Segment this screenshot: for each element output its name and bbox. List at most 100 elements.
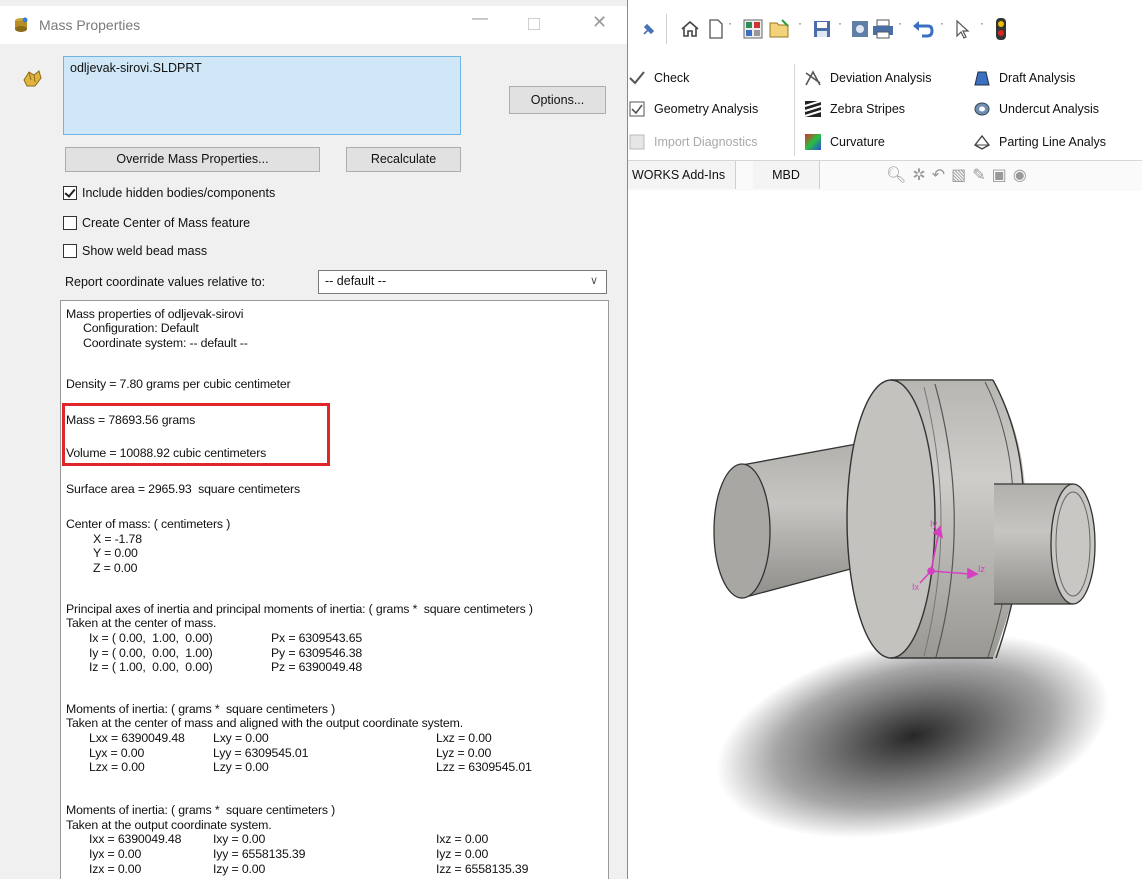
selected-file-name[interactable]: odljevak-sirovi.SLDPRT bbox=[70, 61, 202, 75]
view-toolbar: 🔍︎✲↶▧✎▣◉ bbox=[886, 165, 1033, 185]
dialog-titlebar: Mass Properties — ✕ bbox=[0, 6, 627, 44]
coordinate-system-select[interactable]: -- default -- ∨ bbox=[318, 270, 607, 294]
check-button[interactable]: Check bbox=[628, 67, 689, 89]
geometry-analysis-label: Geometry Analysis bbox=[654, 102, 759, 116]
new-document-icon[interactable] bbox=[708, 19, 724, 39]
options-button[interactable]: Options... bbox=[509, 86, 606, 114]
moments-at-com-subtitle: Taken at the center of mass and aligned … bbox=[66, 716, 463, 730]
center-of-mass-z: Z = 0.00 bbox=[93, 561, 138, 575]
show-weld-bead-mass-checkbox[interactable] bbox=[63, 244, 77, 258]
moment-cell: Lzx = 0.00 bbox=[89, 760, 145, 774]
deviation-analysis-button[interactable]: Deviation Analysis bbox=[804, 67, 931, 89]
grid-icon[interactable] bbox=[742, 18, 764, 40]
curvature-icon bbox=[805, 134, 821, 150]
show-weld-bead-mass-label: Show weld bead mass bbox=[82, 244, 208, 258]
evaluate-ribbon: Check Geometry Analysis Import Diagnosti… bbox=[628, 60, 1142, 160]
moment-row: Iyx = 0.00 Iyy = 6558135.39 Iyz = 0.00 bbox=[61, 847, 601, 862]
moment-cell: Izx = 0.00 bbox=[89, 862, 142, 876]
moment-cell: Izz = 6558135.39 bbox=[436, 862, 529, 876]
graphics-area[interactable]: Iy Iz Ix bbox=[628, 191, 1142, 879]
command-manager-tabs: WORKS Add-Ins MBD 🔍︎✲↶▧✎▣◉ bbox=[628, 160, 1142, 192]
dropdown-dot-icon[interactable]: · bbox=[898, 16, 902, 30]
moment-cell: Iyx = 0.00 bbox=[89, 847, 142, 861]
dropdown-dot-icon[interactable]: · bbox=[728, 16, 732, 30]
dropdown-dot-icon[interactable]: · bbox=[798, 16, 802, 30]
view-orientation-icon[interactable]: ▣ bbox=[992, 167, 1013, 184]
create-center-of-mass-option[interactable]: Create Center of Mass feature bbox=[63, 214, 250, 232]
principal-row: Iy = ( 0.00, 0.00, 1.00) Py = 6309546.38 bbox=[61, 646, 601, 661]
geometry-analysis-button[interactable]: Geometry Analysis bbox=[628, 98, 758, 120]
show-weld-bead-mass-option[interactable]: Show weld bead mass bbox=[63, 242, 207, 260]
moment-cell: Lyz = 0.00 bbox=[436, 746, 492, 760]
import-diagnostics-icon bbox=[629, 134, 645, 150]
principal-row: Iz = ( 1.00, 0.00, 0.00) Pz = 6390049.48 bbox=[61, 660, 601, 675]
zebra-stripes-label: Zebra Stripes bbox=[830, 102, 906, 116]
previous-view-icon[interactable]: ↶ bbox=[932, 167, 951, 184]
parting-line-analysis-button[interactable]: Parting Line Analys bbox=[973, 131, 1106, 153]
options-gear-icon[interactable] bbox=[850, 19, 870, 39]
undo-icon[interactable] bbox=[912, 19, 934, 39]
moment-cell: Iyz = 0.00 bbox=[436, 847, 489, 861]
moment-row: Ixx = 6390049.48 Ixy = 0.00 Ixz = 0.00 bbox=[61, 832, 601, 847]
rebuild-traffic-light-icon[interactable] bbox=[994, 17, 1008, 41]
center-of-mass-x: X = -1.78 bbox=[93, 532, 142, 546]
recalculate-button[interactable]: Recalculate bbox=[346, 147, 461, 172]
open-folder-icon[interactable] bbox=[768, 18, 792, 40]
moment-cell: Lzy = 0.00 bbox=[213, 760, 269, 774]
draft-analysis-button[interactable]: Draft Analysis bbox=[973, 67, 1075, 89]
mass-properties-dialog: Mass Properties — ✕ odljevak-sirovi.SLDP… bbox=[0, 0, 628, 879]
include-hidden-bodies-label: Include hidden bodies/components bbox=[82, 186, 276, 200]
right-stub[interactable] bbox=[994, 483, 1096, 605]
part-model[interactable]: Iy Iz Ix bbox=[628, 191, 1142, 879]
print-icon[interactable] bbox=[872, 19, 894, 39]
deviation-analysis-label: Deviation Analysis bbox=[830, 71, 932, 85]
curvature-button[interactable]: Curvature bbox=[804, 131, 885, 153]
minimize-button[interactable]: — bbox=[472, 10, 488, 28]
moment-cell: Iyy = 6558135.39 bbox=[213, 847, 306, 861]
dropdown-dot-icon[interactable]: · bbox=[980, 16, 984, 30]
close-button[interactable]: ✕ bbox=[592, 12, 607, 33]
principal-moment: Py = 6309546.38 bbox=[271, 646, 363, 660]
import-diagnostics-label: Import Diagnostics bbox=[654, 135, 758, 149]
import-diagnostics-button[interactable]: Import Diagnostics bbox=[628, 131, 758, 153]
results-coordinate-system: Coordinate system: -- default -- bbox=[83, 336, 248, 350]
create-center-of-mass-checkbox[interactable] bbox=[63, 216, 77, 230]
chevron-down-icon[interactable]: ∨ bbox=[590, 274, 598, 287]
save-icon[interactable] bbox=[812, 19, 832, 39]
dynamic-annotation-icon[interactable]: ✎ bbox=[972, 167, 991, 184]
principal-moment: Px = 6309543.65 bbox=[271, 631, 363, 645]
create-center-of-mass-label: Create Center of Mass feature bbox=[82, 216, 251, 230]
deviation-analysis-icon bbox=[805, 70, 821, 86]
selected-entities-list[interactable]: odljevak-sirovi.SLDPRT bbox=[63, 56, 461, 135]
zebra-stripes-button[interactable]: Zebra Stripes bbox=[804, 98, 905, 120]
dropdown-dot-icon[interactable]: · bbox=[940, 16, 944, 30]
zoom-to-fit-icon[interactable]: 🔍︎ bbox=[886, 167, 912, 184]
select-arrow-icon[interactable] bbox=[954, 19, 970, 39]
home-icon[interactable] bbox=[680, 19, 700, 39]
maximize-button[interactable] bbox=[528, 18, 540, 30]
mass-properties-icon bbox=[15, 17, 28, 32]
moments-at-output-subtitle: Taken at the output coordinate system. bbox=[66, 818, 272, 832]
display-style-icon[interactable]: ◉ bbox=[1013, 167, 1033, 184]
check-icon bbox=[629, 71, 645, 85]
undercut-analysis-button[interactable]: Undercut Analysis bbox=[973, 98, 1099, 120]
override-mass-properties-button[interactable]: Override Mass Properties... bbox=[65, 147, 320, 172]
ribbon-separator bbox=[794, 64, 795, 156]
selection-icon bbox=[23, 70, 42, 87]
tab-solidworks-add-ins[interactable]: WORKS Add-Ins bbox=[628, 161, 737, 189]
center-of-mass-y: Y = 0.00 bbox=[93, 546, 138, 560]
moment-row: Lzx = 0.00 Lzy = 0.00 Lzz = 6309545.01 bbox=[61, 760, 601, 775]
section-view-icon[interactable]: ▧ bbox=[951, 167, 972, 184]
moment-cell: Lyx = 0.00 bbox=[89, 746, 145, 760]
moment-cell: Lxy = 0.00 bbox=[213, 731, 269, 745]
dropdown-dot-icon[interactable]: · bbox=[838, 16, 842, 30]
include-hidden-bodies-option[interactable]: Include hidden bodies/components bbox=[63, 184, 275, 202]
mass-properties-results[interactable]: Mass properties of odljevak-sirovi Confi… bbox=[60, 300, 609, 879]
surface-area-value: Surface area = 2965.93 square centimeter… bbox=[66, 482, 300, 496]
zebra-stripes-icon bbox=[804, 100, 822, 117]
tab-mbd[interactable]: MBD bbox=[753, 161, 820, 189]
zoom-to-area-icon[interactable]: ✲ bbox=[912, 167, 931, 184]
include-hidden-bodies-checkbox[interactable] bbox=[63, 186, 77, 200]
pin-icon[interactable] bbox=[640, 22, 656, 38]
toolbar-separator bbox=[666, 14, 667, 44]
